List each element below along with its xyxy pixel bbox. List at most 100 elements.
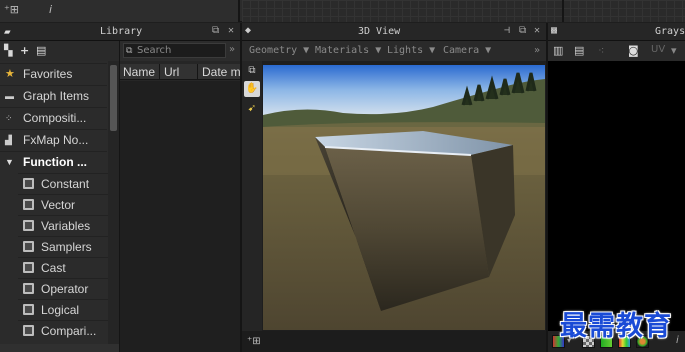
menu-camera[interactable]: Camera ▼ — [443, 45, 491, 56]
view-settings-icon[interactable]: ⧉ — [244, 63, 260, 79]
share-icon[interactable]: ⁖ — [598, 44, 604, 57]
graph-tool-icon[interactable]: ⁺⊞ — [247, 336, 261, 347]
library-item-favorites[interactable]: ★ Favorites — [0, 63, 107, 85]
info-icon[interactable]: i — [676, 335, 679, 346]
library-subitem-comparison[interactable]: Compari... — [18, 320, 110, 341]
toolbar-separator — [562, 0, 564, 22]
library-item-compositing[interactable]: ⁘ Compositi... — [0, 107, 107, 129]
library-tree-hscrollbar[interactable] — [0, 344, 119, 352]
library-subitem-label: Logical — [41, 303, 80, 317]
node-icon — [23, 241, 34, 252]
library-subitem-operator[interactable]: Operator — [18, 278, 110, 299]
library-subitem-label: Vector — [41, 198, 76, 212]
star-icon: ★ — [5, 68, 15, 80]
close-panel-icon[interactable]: ✕ — [534, 25, 540, 36]
library-item-graph-items[interactable]: ▬ Graph Items — [0, 85, 107, 107]
image-view-icon: ▩ — [551, 25, 558, 36]
watermark-logo: 最需教育 — [560, 311, 672, 342]
more-menus-icon[interactable]: » — [534, 45, 540, 56]
image-icon[interactable]: ▥ — [553, 44, 563, 57]
uv-dropdown-icon[interactable]: ▾ — [671, 44, 677, 57]
float-panel-icon[interactable]: ⧉ — [519, 25, 526, 36]
library-subitem-cast[interactable]: Cast — [18, 257, 110, 278]
compositing-icon: ⁘ — [5, 113, 13, 123]
folder-icon[interactable]: ▚ — [4, 44, 12, 57]
library-item-label: Compositi... — [23, 111, 87, 125]
column-header-date[interactable]: Date m — [202, 65, 241, 79]
column-header-url[interactable]: Url — [164, 65, 179, 79]
camera-icon[interactable]: ◙ — [628, 44, 639, 57]
library-panel-icon: ▰ — [4, 25, 11, 38]
library-item-label: Function ... — [23, 155, 87, 169]
3d-viewport[interactable] — [263, 65, 545, 330]
menu-materials[interactable]: Materials ▼ — [315, 45, 381, 56]
menu-lights[interactable]: Lights ▼ — [387, 45, 435, 56]
view3d-panel-header: ◆ 3D View ⊣ ⧉ ✕ — [242, 23, 547, 41]
library-subitem-constant[interactable]: Constant — [18, 173, 110, 194]
scrollbar-thumb[interactable] — [110, 65, 117, 131]
graph-tool-icon[interactable]: ⁺⊞ — [4, 3, 19, 16]
info-icon[interactable]: i — [49, 3, 52, 16]
main-toolbar-left: ⁺⊞ i — [0, 0, 240, 22]
add-button[interactable]: + — [20, 44, 29, 57]
library-subitem-label: Cast — [41, 261, 66, 275]
panel-splitter[interactable] — [546, 23, 548, 352]
library-tree-scrollbar[interactable] — [108, 61, 119, 352]
grayscale-viewport[interactable] — [548, 61, 685, 331]
search-icon: ⧉ — [126, 46, 133, 56]
main-toolbar: ⁺⊞ i — [0, 0, 685, 22]
library-subitem-label: Samplers — [41, 240, 92, 254]
column-divider[interactable] — [197, 64, 198, 80]
node-icon — [23, 220, 34, 231]
library-subitem-variables[interactable]: Variables — [18, 215, 110, 236]
library-subitem-vector[interactable]: Vector — [18, 194, 110, 215]
column-header-name[interactable]: Name — [123, 65, 155, 79]
library-subitem-label: Variables — [41, 219, 91, 233]
library-item-fxmap[interactable]: ▟ FxMap No... — [0, 129, 107, 151]
hand-tool-icon[interactable]: ✋ — [244, 81, 260, 97]
library-item-function[interactable]: ▼ Function ... — [0, 151, 107, 173]
view3d-title: 3D View — [358, 26, 401, 37]
grayscale-panel-header: ▩ Graysc — [548, 23, 685, 41]
node-icon — [23, 283, 34, 294]
uv-toggle[interactable]: UV — [651, 44, 665, 55]
menu-geometry[interactable]: Geometry ▼ — [249, 45, 309, 56]
library-table-header: Name Url Date m — [120, 64, 241, 80]
column-divider[interactable] — [159, 64, 160, 80]
library-subitem-label: Compari... — [41, 324, 97, 338]
light-tool-icon[interactable]: ➹ — [244, 101, 260, 117]
document-icon[interactable]: ▤ — [574, 44, 584, 57]
library-subitem-samplers[interactable]: Samplers — [18, 236, 110, 257]
3d-render-image[interactable] — [263, 65, 545, 330]
cube-icon: ◆ — [245, 25, 252, 36]
search-placeholder: Search — [137, 45, 172, 56]
view3d-side-toolbar: ⧉ ✋ ➹ — [242, 61, 262, 352]
grayscale-title: Graysc — [655, 26, 685, 37]
search-row: ⧉ Search » — [120, 41, 241, 61]
view3d-menu-bar: Geometry ▼ Materials ▼ Lights ▼ Camera ▼… — [242, 41, 547, 61]
node-icon — [23, 262, 34, 273]
library-tree: ★ Favorites ▬ Graph Items ⁘ Compositi...… — [0, 61, 119, 352]
library-item-label: Favorites — [23, 67, 73, 81]
close-panel-icon[interactable]: ✕ — [228, 25, 234, 36]
library-item-label: FxMap No... — [23, 133, 89, 147]
graph-grid-strip — [242, 0, 685, 22]
pin-panel-icon[interactable]: ⊣ — [504, 25, 510, 36]
float-panel-icon[interactable]: ⧉ — [212, 25, 219, 36]
node-icon — [23, 199, 34, 210]
library-subitem-label: Constant — [41, 177, 90, 191]
panel-splitter[interactable] — [240, 23, 242, 352]
library-panel-header: ▰ Library ⧉ ✕ — [0, 23, 240, 41]
library-table-body — [120, 81, 241, 352]
view3d-status-bar: ⁺⊞ — [242, 331, 547, 352]
search-input[interactable]: ⧉ Search — [123, 43, 226, 58]
node-icon — [23, 178, 34, 189]
graph-items-icon: ▬ — [5, 91, 14, 101]
more-options-icon[interactable]: » — [229, 44, 235, 55]
library-title: Library — [100, 26, 143, 37]
import-icon[interactable]: ▤ — [36, 44, 46, 57]
library-subitem-label: Operator — [41, 282, 89, 296]
collapse-arrow-icon[interactable]: ▼ — [5, 157, 14, 167]
library-subitem-logical[interactable]: Logical — [18, 299, 110, 320]
fxmap-icon: ▟ — [5, 135, 12, 145]
